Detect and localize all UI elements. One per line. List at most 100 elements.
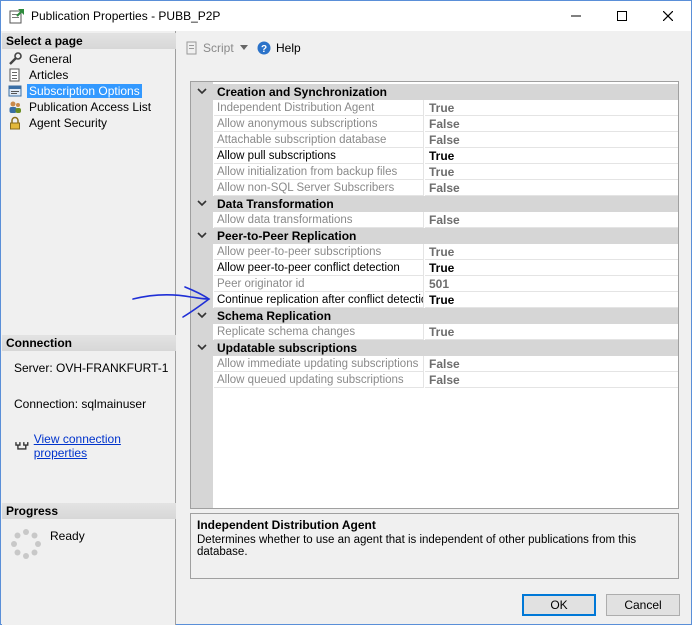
property-name: Allow pull subscriptions (214, 148, 424, 164)
property-row[interactable]: Allow anonymous subscriptions False (191, 116, 678, 132)
property-value: False (425, 212, 678, 228)
category-label: Peer-to-Peer Replication (217, 229, 357, 243)
collapse-chevron-icon[interactable] (197, 230, 207, 240)
view-connection-properties-row: View connection properties (14, 432, 175, 460)
description-text: Determines whether to use an agent that … (197, 534, 637, 558)
minimize-icon (571, 15, 581, 17)
page-item-label: General (29, 52, 72, 66)
script-dropdown-button[interactable] (240, 45, 248, 50)
cancel-button[interactable]: Cancel (606, 594, 680, 616)
progress-spinner-icon (11, 529, 41, 559)
property-value: False (425, 356, 678, 372)
property-name: Allow peer-to-peer subscriptions (214, 244, 424, 260)
view-connection-properties-link[interactable]: View connection properties (34, 432, 175, 460)
property-row[interactable]: Independent Distribution Agent True (191, 100, 678, 116)
property-name: Allow immediate updating subscriptions (214, 356, 424, 372)
property-row[interactable]: Allow peer-to-peer conflict detection Tru… (191, 260, 678, 276)
property-grid[interactable]: Creation and Synchronization Independent … (190, 81, 679, 509)
property-row[interactable]: Allow immediate updating subscriptions Fa… (191, 356, 678, 372)
property-value: True (425, 324, 678, 340)
property-name: Allow data transformations (214, 212, 424, 228)
property-value: True (425, 244, 678, 260)
collapse-chevron-icon[interactable] (197, 86, 207, 96)
description-title: Independent Distribution Agent (197, 518, 376, 532)
help-label: Help (276, 41, 301, 55)
property-row[interactable]: Allow pull subscriptions True (191, 148, 678, 164)
page-item-label: Articles (29, 68, 69, 82)
connection-label: Connection: sqlmainuser (14, 397, 147, 411)
property-name: Allow anonymous subscriptions (214, 116, 424, 132)
property-value: False (425, 132, 678, 148)
help-icon: ? (257, 41, 271, 55)
category-row[interactable]: Data Transformation (191, 196, 678, 212)
minimize-button[interactable] (553, 1, 599, 31)
close-button[interactable] (645, 1, 691, 31)
toolbar: Script ? Help (177, 31, 691, 67)
property-name: Allow queued updating subscriptions (214, 372, 424, 388)
lock-icon (10, 116, 20, 130)
script-button[interactable]: Script (185, 41, 234, 55)
category-row[interactable]: Peer-to-Peer Replication (191, 228, 678, 244)
progress-header: Progress (2, 503, 176, 519)
property-name: Allow initialization from backup files (214, 164, 424, 180)
page-item-general[interactable]: General (8, 51, 74, 67)
publication-icon (9, 9, 24, 24)
articles-icon (9, 68, 20, 82)
help-button[interactable]: ? Help (257, 41, 301, 55)
maximize-button[interactable] (599, 1, 645, 31)
property-value: False (425, 372, 678, 388)
property-row[interactable]: Continue replication after conflict dete… (191, 292, 678, 308)
collapse-chevron-icon[interactable] (197, 198, 207, 208)
publication-properties-window: Publication Properties - PUBB_P2P Select… (0, 0, 692, 625)
progress-status: Ready (50, 529, 85, 543)
select-page-header: Select a page (2, 33, 176, 49)
property-name: Allow non-SQL Server Subscribers (214, 180, 424, 196)
property-value: True (425, 100, 678, 116)
users-icon (9, 101, 21, 113)
category-label: Creation and Synchronization (217, 85, 388, 99)
page-item-publication-access-list[interactable]: Publication Access List (8, 99, 153, 115)
ok-button[interactable]: OK (522, 594, 596, 616)
page-item-label: Subscription Options (27, 84, 142, 98)
page-item-articles[interactable]: Articles (8, 67, 70, 83)
title-bar[interactable]: Publication Properties - PUBB_P2P (1, 1, 691, 31)
property-name: Continue replication after conflict dete… (214, 292, 424, 308)
hand-drawn-arrow-annotation (132, 286, 211, 318)
close-icon (663, 11, 673, 21)
property-row[interactable]: Allow peer-to-peer subscriptions True (191, 244, 678, 260)
property-value: False (425, 116, 678, 132)
property-name: Independent Distribution Agent (214, 100, 424, 116)
page-item-agent-security[interactable]: Agent Security (8, 115, 109, 131)
property-name: Allow peer-to-peer conflict detection (214, 260, 424, 276)
category-row[interactable]: Schema Replication (191, 308, 678, 324)
property-row[interactable]: Allow non-SQL Server Subscribers False (191, 180, 678, 196)
category-row[interactable]: Updatable subscriptions (191, 340, 678, 356)
property-name: Attachable subscription database (214, 132, 424, 148)
category-label: Data Transformation (217, 197, 334, 211)
page-item-subscription-options[interactable]: Subscription Options (8, 83, 142, 99)
page-item-label: Publication Access List (29, 100, 152, 114)
property-row[interactable]: Replicate schema changes True (191, 324, 678, 340)
property-value[interactable]: True (425, 148, 678, 164)
subscription-options-icon (8, 85, 22, 97)
chevron-down-icon (240, 45, 248, 50)
property-name: Peer originator id (214, 276, 424, 292)
property-value[interactable]: True (425, 292, 678, 308)
script-label: Script (203, 41, 234, 55)
property-value: True (425, 164, 678, 180)
property-row[interactable]: Peer originator id 501 (191, 276, 678, 292)
maximize-icon (617, 11, 627, 21)
category-label: Updatable subscriptions (217, 341, 358, 355)
description-panel: Independent Distribution Agent Determine… (190, 513, 679, 579)
property-value: False (425, 180, 678, 196)
collapse-chevron-icon[interactable] (197, 342, 207, 352)
script-icon (186, 41, 197, 55)
category-row[interactable]: Creation and Synchronization (191, 84, 678, 100)
property-row[interactable]: Allow data transformations False (191, 212, 678, 228)
property-row[interactable]: Attachable subscription database False (191, 132, 678, 148)
property-row[interactable]: Allow queued updating subscriptions False (191, 372, 678, 388)
property-value[interactable]: True (425, 260, 678, 276)
wrench-icon (9, 52, 22, 65)
property-row[interactable]: Allow initialization from backup files Tr… (191, 164, 678, 180)
server-label: Server: OVH-FRANKFURT-1 (14, 361, 169, 375)
